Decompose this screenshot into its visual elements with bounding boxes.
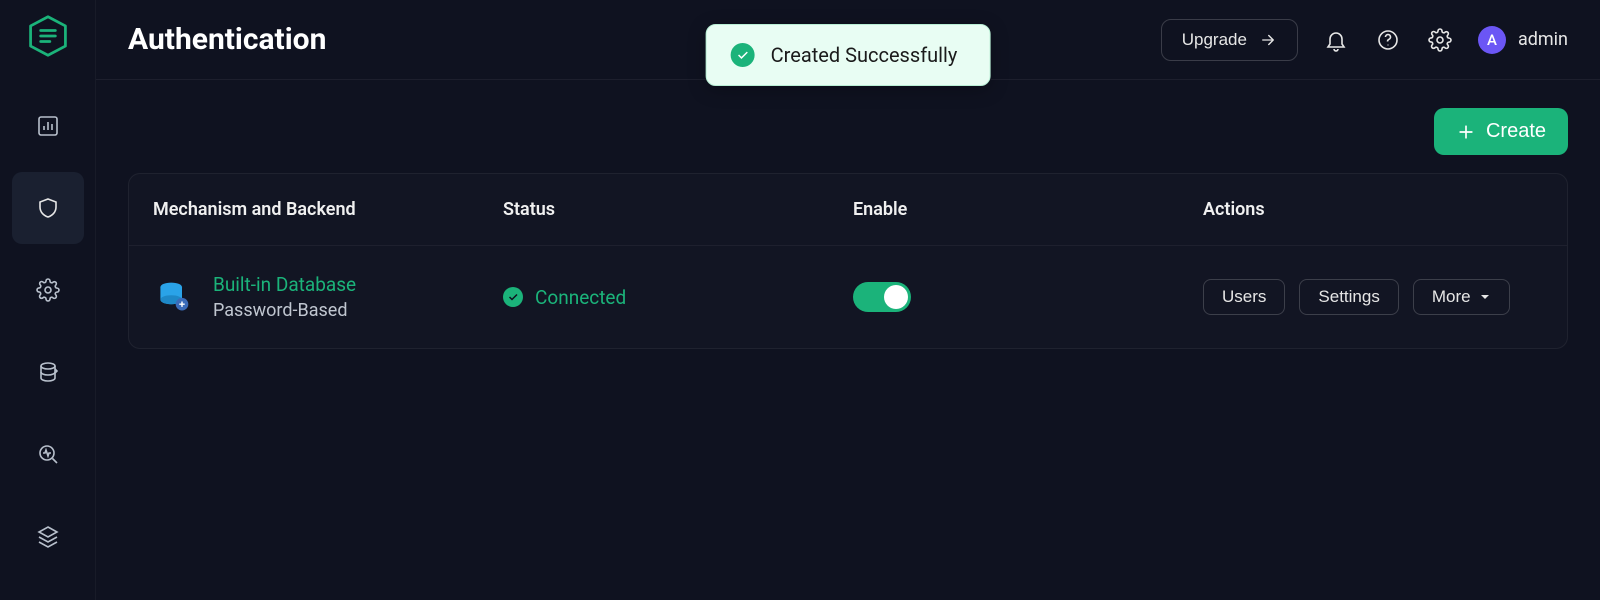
- username: admin: [1518, 29, 1568, 50]
- notifications-button[interactable]: [1322, 26, 1350, 54]
- sidebar-item-sync[interactable]: [12, 336, 84, 408]
- users-button[interactable]: Users: [1203, 279, 1285, 315]
- caret-down-icon: [1479, 291, 1491, 303]
- settings-row-button[interactable]: Settings: [1299, 279, 1398, 315]
- user-menu[interactable]: A admin: [1478, 26, 1568, 54]
- logo: [24, 12, 72, 60]
- sidebar-item-layers[interactable]: [12, 500, 84, 572]
- enable-toggle[interactable]: [853, 282, 911, 312]
- auth-table: Mechanism and Backend Status Enable Acti…: [128, 173, 1568, 349]
- status-text: Connected: [535, 286, 626, 309]
- database-icon: [153, 277, 193, 317]
- upgrade-button[interactable]: Upgrade: [1161, 19, 1298, 61]
- more-button[interactable]: More: [1413, 279, 1510, 315]
- toast-success: Created Successfully: [706, 24, 991, 86]
- toast-message: Created Successfully: [771, 43, 958, 67]
- gear-icon: [1428, 28, 1452, 52]
- sidebar-item-security[interactable]: [12, 172, 84, 244]
- help-icon: [1376, 28, 1400, 52]
- page-title: Authentication: [128, 22, 326, 57]
- sidebar-item-dashboard[interactable]: [12, 90, 84, 162]
- auth-name-link[interactable]: Built-in Database: [213, 273, 356, 296]
- col-actions: Actions: [1203, 199, 1543, 220]
- col-mechanism: Mechanism and Backend: [153, 199, 503, 220]
- table-row: Built-in Database Password-Based Connect…: [129, 246, 1567, 348]
- more-label: More: [1432, 287, 1471, 307]
- status-check-icon: [503, 287, 523, 307]
- topbar: Authentication Created Successfully Upgr…: [96, 0, 1600, 80]
- plus-icon: [1456, 122, 1476, 142]
- help-button[interactable]: [1374, 26, 1402, 54]
- sidebar: [0, 0, 96, 600]
- table-header: Mechanism and Backend Status Enable Acti…: [129, 174, 1567, 246]
- check-circle-icon: [731, 43, 755, 67]
- settings-button[interactable]: [1426, 26, 1454, 54]
- create-button[interactable]: Create: [1434, 108, 1568, 155]
- sidebar-item-settings[interactable]: [12, 254, 84, 326]
- content: Create Mechanism and Backend Status Enab…: [96, 80, 1600, 600]
- status-cell: Connected: [503, 286, 853, 309]
- upgrade-label: Upgrade: [1182, 30, 1247, 50]
- avatar: A: [1478, 26, 1506, 54]
- col-enable: Enable: [853, 199, 1203, 220]
- bell-icon: [1324, 28, 1348, 52]
- main: Authentication Created Successfully Upgr…: [96, 0, 1600, 600]
- toggle-knob: [884, 285, 908, 309]
- col-status: Status: [503, 199, 853, 220]
- arrow-right-icon: [1259, 31, 1277, 49]
- sidebar-item-diagnostics[interactable]: [12, 418, 84, 490]
- auth-subtitle: Password-Based: [213, 300, 356, 321]
- create-label: Create: [1486, 120, 1546, 143]
